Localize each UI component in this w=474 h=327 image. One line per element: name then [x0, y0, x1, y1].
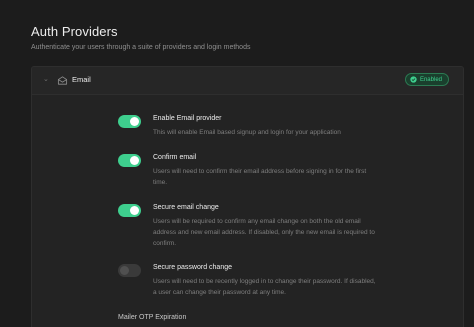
check-circle-icon [410, 76, 417, 83]
toggle-knob [130, 117, 139, 126]
secure-password-change-toggle[interactable] [118, 264, 141, 277]
toggle-knob [130, 156, 139, 165]
setting-description: Users will need to be recently logged in… [153, 278, 376, 296]
mailer-otp-expiration-label: Mailer OTP Expiration [118, 314, 187, 321]
confirm-email-toggle[interactable] [118, 154, 141, 167]
secure-email-change-toggle[interactable] [118, 204, 141, 217]
toggle-knob [120, 266, 129, 275]
email-provider-panel: ⌄ Email Enabled Enable Email provider Th… [31, 66, 464, 327]
page-title: Auth Providers [31, 24, 118, 39]
setting-description: This will enable Email based signup and … [153, 129, 341, 136]
setting-description: Users will need to confirm their email a… [153, 168, 367, 186]
setting-label: Secure password change [153, 264, 232, 271]
page-subtitle: Authenticate your users through a suite … [31, 44, 251, 51]
status-badge: Enabled [404, 73, 449, 86]
toggle-knob [130, 206, 139, 215]
status-badge-label: Enabled [419, 76, 442, 83]
setting-label: Secure email change [153, 204, 219, 211]
setting-description: Users will be required to confirm any em… [153, 218, 375, 247]
enable-email-provider-toggle[interactable] [118, 115, 141, 128]
setting-label: Enable Email provider [153, 115, 222, 122]
email-provider-header[interactable]: ⌄ Email Enabled [32, 67, 463, 95]
provider-name: Email [72, 75, 91, 84]
setting-label: Confirm email [153, 154, 197, 161]
mail-icon [57, 76, 68, 85]
chevron-down-icon: ⌄ [43, 76, 49, 83]
